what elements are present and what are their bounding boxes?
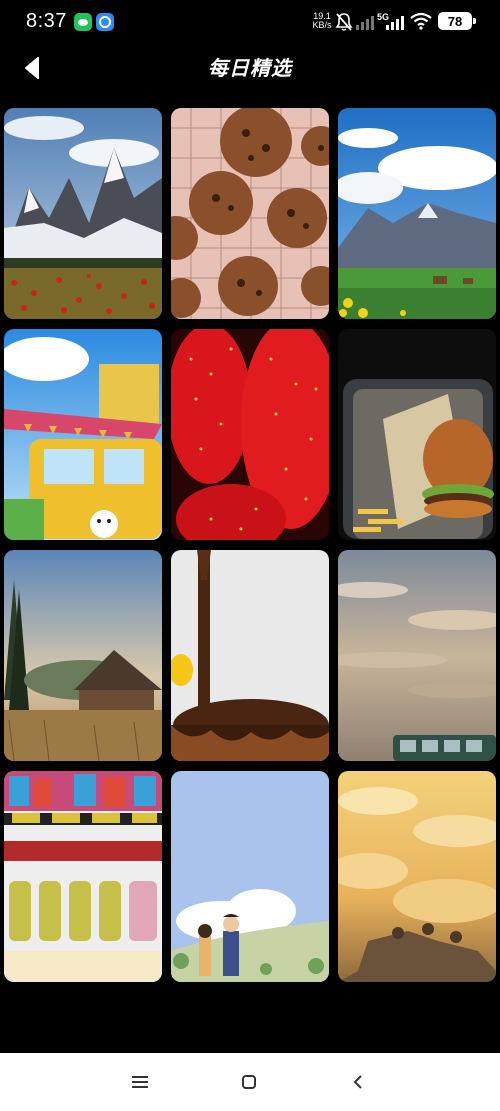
back-chevron-icon — [353, 1075, 362, 1089]
gallery-item-chocolate-dessert[interactable] — [171, 550, 329, 761]
gallery-item-yellow-van[interactable] — [4, 329, 162, 540]
vending-machine-thumbnail — [4, 771, 162, 982]
status-bar: 8:37 19.1 KB/s 5G 78 — [0, 0, 500, 44]
system-nav-bar — [0, 1053, 500, 1111]
page-title: 每日精选 — [208, 58, 292, 80]
menu-icon — [132, 1076, 148, 1088]
clock-time: 8:37 — [26, 10, 67, 32]
couple-illustration-thumbnail — [171, 771, 329, 982]
gallery-item-golden-clouds[interactable] — [338, 771, 496, 982]
gallery-item-strawberries[interactable] — [171, 329, 329, 540]
gallery-item-burger[interactable] — [338, 329, 496, 540]
gallery-item-cloudy-sky[interactable] — [338, 550, 496, 761]
home-square-icon — [242, 1075, 256, 1089]
gallery-item-vending-machine[interactable] — [4, 771, 162, 982]
strawberries-thumbnail — [171, 329, 329, 540]
recent-apps-button[interactable] — [125, 1067, 155, 1097]
mountains-thumbnail — [4, 108, 162, 319]
battery-indicator: 78 — [438, 12, 476, 30]
wechat-notification-icon — [74, 13, 92, 31]
network-speed-unit: KB/s — [312, 20, 332, 30]
chocolate-dessert-thumbnail — [171, 550, 329, 761]
app-notification-icon — [96, 13, 114, 31]
alpine-valley-thumbnail — [338, 108, 496, 319]
system-back-button[interactable] — [343, 1067, 373, 1097]
cloudy-sky-thumbnail — [338, 550, 496, 761]
gallery-item-cabin[interactable] — [4, 550, 162, 761]
gallery-item-mountains[interactable] — [4, 108, 162, 319]
golden-clouds-thumbnail — [338, 771, 496, 982]
signal-sim1-icon — [356, 16, 374, 30]
home-button[interactable] — [234, 1067, 264, 1097]
gallery-item-alpine-valley[interactable] — [338, 108, 496, 319]
signal-sim2-icon — [386, 16, 404, 30]
mute-bell-icon — [335, 13, 353, 31]
gallery-item-cookies[interactable] — [171, 108, 329, 319]
gallery-grid — [4, 108, 496, 982]
network-speed: 19.1 KB/s — [311, 12, 333, 30]
gallery-item-couple-illustration[interactable] — [171, 771, 329, 982]
cookies-thumbnail — [171, 108, 329, 319]
wifi-icon — [410, 12, 432, 30]
yellow-van-thumbnail — [4, 329, 162, 540]
cabin-thumbnail — [4, 550, 162, 761]
burger-thumbnail — [338, 329, 496, 540]
